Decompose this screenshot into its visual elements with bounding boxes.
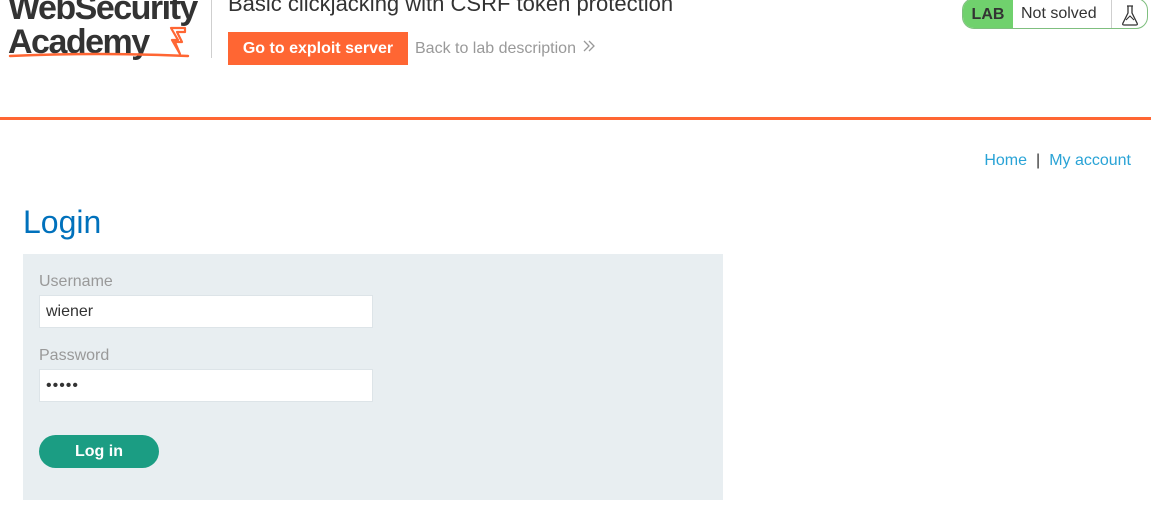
password-input[interactable]	[39, 369, 373, 402]
back-link-label: Back to lab description	[415, 40, 576, 58]
double-chevron-right-icon	[582, 39, 596, 59]
lab-tag: LAB	[963, 0, 1013, 28]
header-divider	[211, 0, 212, 58]
status-icon-box	[1111, 0, 1147, 28]
nav-home-link[interactable]: Home	[984, 152, 1027, 169]
page-title: Login	[23, 204, 102, 240]
status-text: Not solved	[1021, 5, 1097, 22]
logo-swoosh-icon	[8, 52, 190, 58]
username-input[interactable]	[39, 295, 373, 328]
go-to-exploit-server-button[interactable]: Go to exploit server	[228, 32, 408, 65]
lab-status-widget: LAB Not solved	[962, 0, 1148, 29]
back-to-lab-description-link[interactable]: Back to lab description	[415, 39, 596, 59]
password-label: Password	[39, 347, 110, 364]
header-orange-rule	[0, 117, 1151, 120]
web-security-academy-logo[interactable]: WebSecurity Academy	[8, 0, 208, 68]
username-label: Username	[39, 273, 113, 290]
lab-title: Basic clickjacking with CSRF token prote…	[228, 0, 674, 16]
log-in-button[interactable]: Log in	[39, 435, 159, 468]
login-form: Username Password Log in	[23, 254, 723, 500]
lab-header: WebSecurity Academy Basic clickjacking w…	[0, 0, 1151, 120]
top-nav: Home | My account	[984, 151, 1131, 171]
nav-my-account-link[interactable]: My account	[1049, 152, 1131, 169]
nav-separator: |	[1036, 152, 1041, 169]
flask-icon	[1122, 5, 1138, 26]
